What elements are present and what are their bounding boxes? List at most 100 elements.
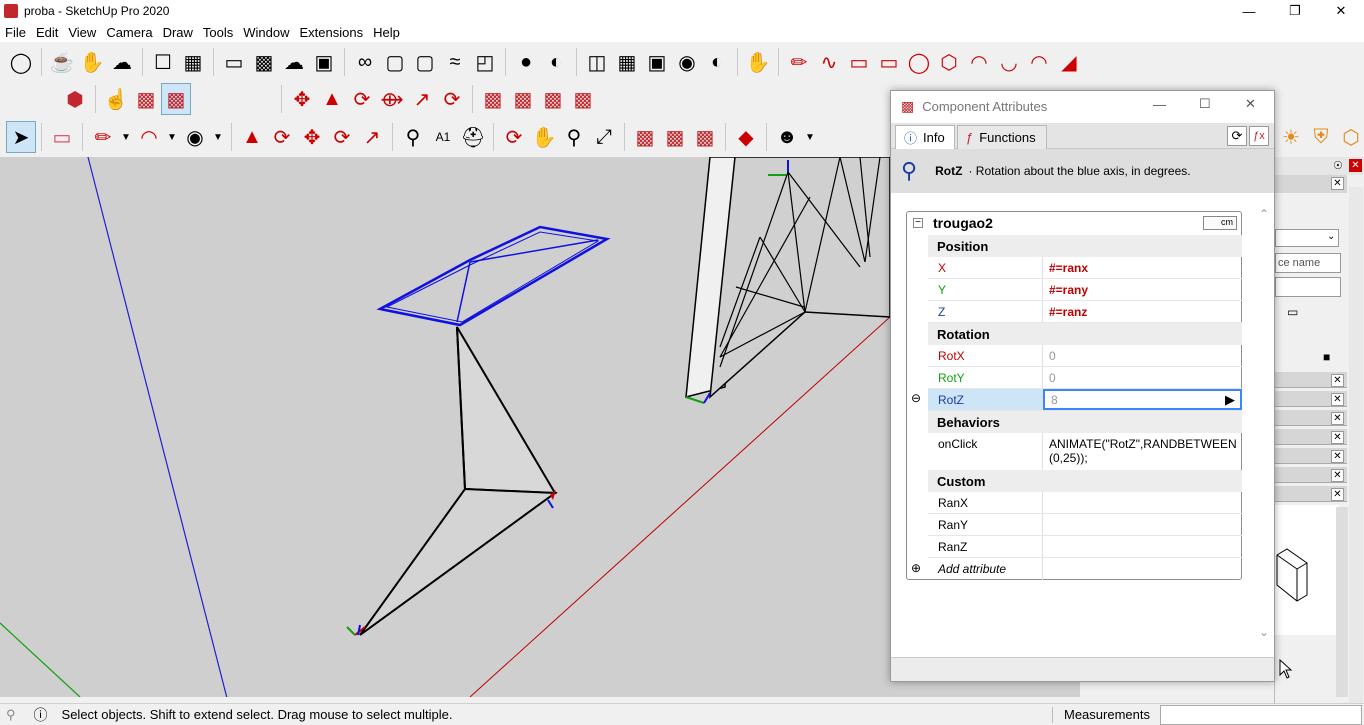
tab-info[interactable]: ⓘ Info bbox=[895, 125, 955, 149]
freehand-icon[interactable]: ∿ bbox=[814, 46, 844, 78]
paint-bucket-icon[interactable]: ⛑ bbox=[458, 121, 488, 153]
tab-functions[interactable]: ƒ Functions bbox=[957, 125, 1047, 149]
share-tool-icon[interactable]: ▩ bbox=[660, 121, 690, 153]
import-proxy-icon[interactable]: ▢ bbox=[410, 46, 440, 78]
sun-icon[interactable]: ☀ bbox=[1276, 121, 1306, 153]
asset-editor-icon[interactable]: ▦ bbox=[178, 46, 208, 78]
instance-name-field[interactable]: ce name bbox=[1275, 253, 1341, 273]
rotate-tool-icon[interactable]: ⟳ bbox=[327, 121, 357, 153]
pie-icon[interactable]: ◢ bbox=[1054, 46, 1084, 78]
dialog-close-icon[interactable]: ✕ bbox=[1245, 96, 1256, 112]
share-model-icon[interactable]: ▩ bbox=[508, 83, 538, 115]
menu-tools[interactable]: Tools bbox=[198, 25, 238, 40]
close-icon[interactable]: ✕ bbox=[1331, 393, 1344, 406]
interact-icon[interactable]: ☝ bbox=[101, 83, 131, 115]
tray-scrollbar[interactable] bbox=[1336, 507, 1348, 697]
menu-edit[interactable]: Edit bbox=[31, 25, 63, 40]
attribute-row-ranz[interactable]: RanZ bbox=[928, 536, 1242, 558]
chevron-down-icon[interactable]: ▼ bbox=[118, 121, 134, 153]
line-tool-icon[interactable]: ✏ bbox=[784, 46, 814, 78]
box-icon[interactable]: ⬡ bbox=[1336, 121, 1364, 153]
menu-help[interactable]: Help bbox=[368, 25, 405, 40]
mesh-light-icon[interactable]: ◰ bbox=[470, 46, 500, 78]
close-icon[interactable]: ✕ bbox=[1331, 177, 1344, 190]
offset-icon[interactable]: ⟳ bbox=[437, 83, 467, 115]
add-attribute-icon[interactable]: ⊕ bbox=[911, 561, 921, 575]
dialog-title-bar[interactable]: ▩ Component Attributes — ☐ ✕ bbox=[891, 91, 1274, 121]
zoom-icon[interactable]: ⚲ bbox=[559, 121, 589, 153]
frame-buffer-icon[interactable]: ☐ bbox=[148, 46, 178, 78]
close-icon[interactable]: ✕ bbox=[1331, 488, 1344, 501]
move-tool-icon[interactable]: ✥ bbox=[297, 121, 327, 153]
rectangle-icon[interactable]: ▭ bbox=[844, 46, 874, 78]
close-icon[interactable]: ✕ bbox=[1318, 0, 1364, 22]
scale-tool-icon[interactable]: ↗ bbox=[357, 121, 387, 153]
units-toggle[interactable]: cm bbox=[1203, 216, 1237, 230]
dynamic-components-icon[interactable]: ⬢ bbox=[60, 83, 90, 115]
hardhat-icon[interactable]: ⛨ bbox=[1306, 121, 1336, 153]
instructor-icon[interactable]: ⓘ bbox=[34, 705, 48, 725]
attribute-row-y[interactable]: Y #=rany bbox=[928, 279, 1242, 301]
interactive-render-icon[interactable]: ✋ bbox=[77, 46, 107, 78]
warehouse-icon[interactable]: ▩ bbox=[478, 83, 508, 115]
definition-field[interactable] bbox=[1275, 277, 1341, 297]
lock-icon[interactable]: ▣ bbox=[309, 46, 339, 78]
attribute-row-rotz[interactable]: RotZ 8 bbox=[928, 389, 1242, 411]
shaded-textures-icon[interactable]: ◐ bbox=[702, 46, 732, 78]
hidden-line-icon[interactable]: ▣ bbox=[642, 46, 672, 78]
restore-icon[interactable]: ❐ bbox=[1272, 0, 1318, 22]
tray-vertical-scrollbar[interactable] bbox=[1349, 187, 1363, 703]
arc2-icon[interactable]: ◡ bbox=[994, 46, 1024, 78]
wireframe-icon[interactable]: ▦ bbox=[612, 46, 642, 78]
follow-me-icon[interactable]: ⟴ bbox=[377, 83, 407, 115]
user-account-icon[interactable]: ☻ bbox=[772, 121, 802, 153]
push-pull-icon[interactable]: ▲ bbox=[317, 83, 347, 115]
pin-icon[interactable]: ☉ bbox=[1333, 159, 1343, 172]
refresh-icon[interactable]: ⟳ bbox=[1227, 126, 1247, 146]
vray-logo-icon[interactable]: ◯ bbox=[6, 46, 36, 78]
eraser-small-icon[interactable]: ▭ bbox=[1287, 305, 1298, 319]
move-icon[interactable]: ✥ bbox=[287, 83, 317, 115]
polygon-icon[interactable]: ⬡ bbox=[934, 46, 964, 78]
tray-close-icon[interactable]: ✕ bbox=[1349, 159, 1362, 172]
attribute-row-rotx[interactable]: RotX 0 bbox=[928, 345, 1242, 367]
section-select-icon[interactable]: ✋ bbox=[743, 46, 773, 78]
rotate-icon[interactable]: ⟳ bbox=[347, 83, 377, 115]
scale-icon[interactable]: ↗ bbox=[407, 83, 437, 115]
warehouse-tool-icon[interactable]: ▩ bbox=[630, 121, 660, 153]
window-icon[interactable]: ▭ bbox=[219, 46, 249, 78]
sphere-light-icon[interactable]: ● bbox=[511, 46, 541, 78]
pencil-icon[interactable]: ✏ bbox=[88, 121, 118, 153]
close-icon[interactable]: ✕ bbox=[1331, 469, 1344, 482]
upload-tool-icon[interactable]: ▩ bbox=[690, 121, 720, 153]
menu-camera[interactable]: Camera bbox=[101, 25, 157, 40]
minimize-icon[interactable]: — bbox=[1226, 0, 1272, 22]
ruby-icon[interactable]: ◆ bbox=[731, 121, 761, 153]
close-icon[interactable]: ✕ bbox=[1331, 412, 1344, 425]
fur-icon[interactable]: ≈ bbox=[440, 46, 470, 78]
zoom-extents-icon[interactable]: ⤢ bbox=[589, 121, 619, 153]
attribute-row-roty[interactable]: RotY 0 bbox=[928, 367, 1242, 389]
menu-window[interactable]: Window bbox=[238, 25, 294, 40]
xray-icon[interactable]: ◫ bbox=[582, 46, 612, 78]
eraser-icon[interactable]: ▭ bbox=[47, 121, 77, 153]
menu-view[interactable]: View bbox=[63, 25, 101, 40]
tape-measure-icon[interactable]: ⚲ bbox=[398, 121, 428, 153]
attribute-row-rany[interactable]: RanY bbox=[928, 514, 1242, 536]
component-options-icon[interactable]: ▩ bbox=[131, 83, 161, 115]
close-icon[interactable]: ✕ bbox=[1331, 431, 1344, 444]
remove-attribute-icon[interactable]: ⊖ bbox=[911, 391, 921, 405]
rotated-rect-icon[interactable]: ▭ bbox=[874, 46, 904, 78]
attribute-row-z[interactable]: Z #=ranz bbox=[928, 301, 1242, 323]
attribute-details-icon[interactable]: ▶ bbox=[1225, 392, 1235, 408]
text-tool-icon[interactable]: A1 bbox=[428, 121, 458, 153]
scroll-up-icon[interactable]: ⌃ bbox=[1259, 207, 1269, 221]
dialog-minimize-icon[interactable]: — bbox=[1153, 97, 1166, 112]
chevron-down-icon[interactable]: ⌄ bbox=[1327, 231, 1335, 242]
extension-warehouse-icon[interactable]: ▩ bbox=[568, 83, 598, 115]
menu-extensions[interactable]: Extensions bbox=[295, 25, 369, 40]
arc-tool-icon[interactable]: ◠ bbox=[134, 121, 164, 153]
chevron-down-icon[interactable]: ▼ bbox=[164, 121, 180, 153]
chevron-down-icon[interactable]: ▼ bbox=[210, 121, 226, 153]
cloud-render-icon[interactable]: ☁ bbox=[107, 46, 137, 78]
